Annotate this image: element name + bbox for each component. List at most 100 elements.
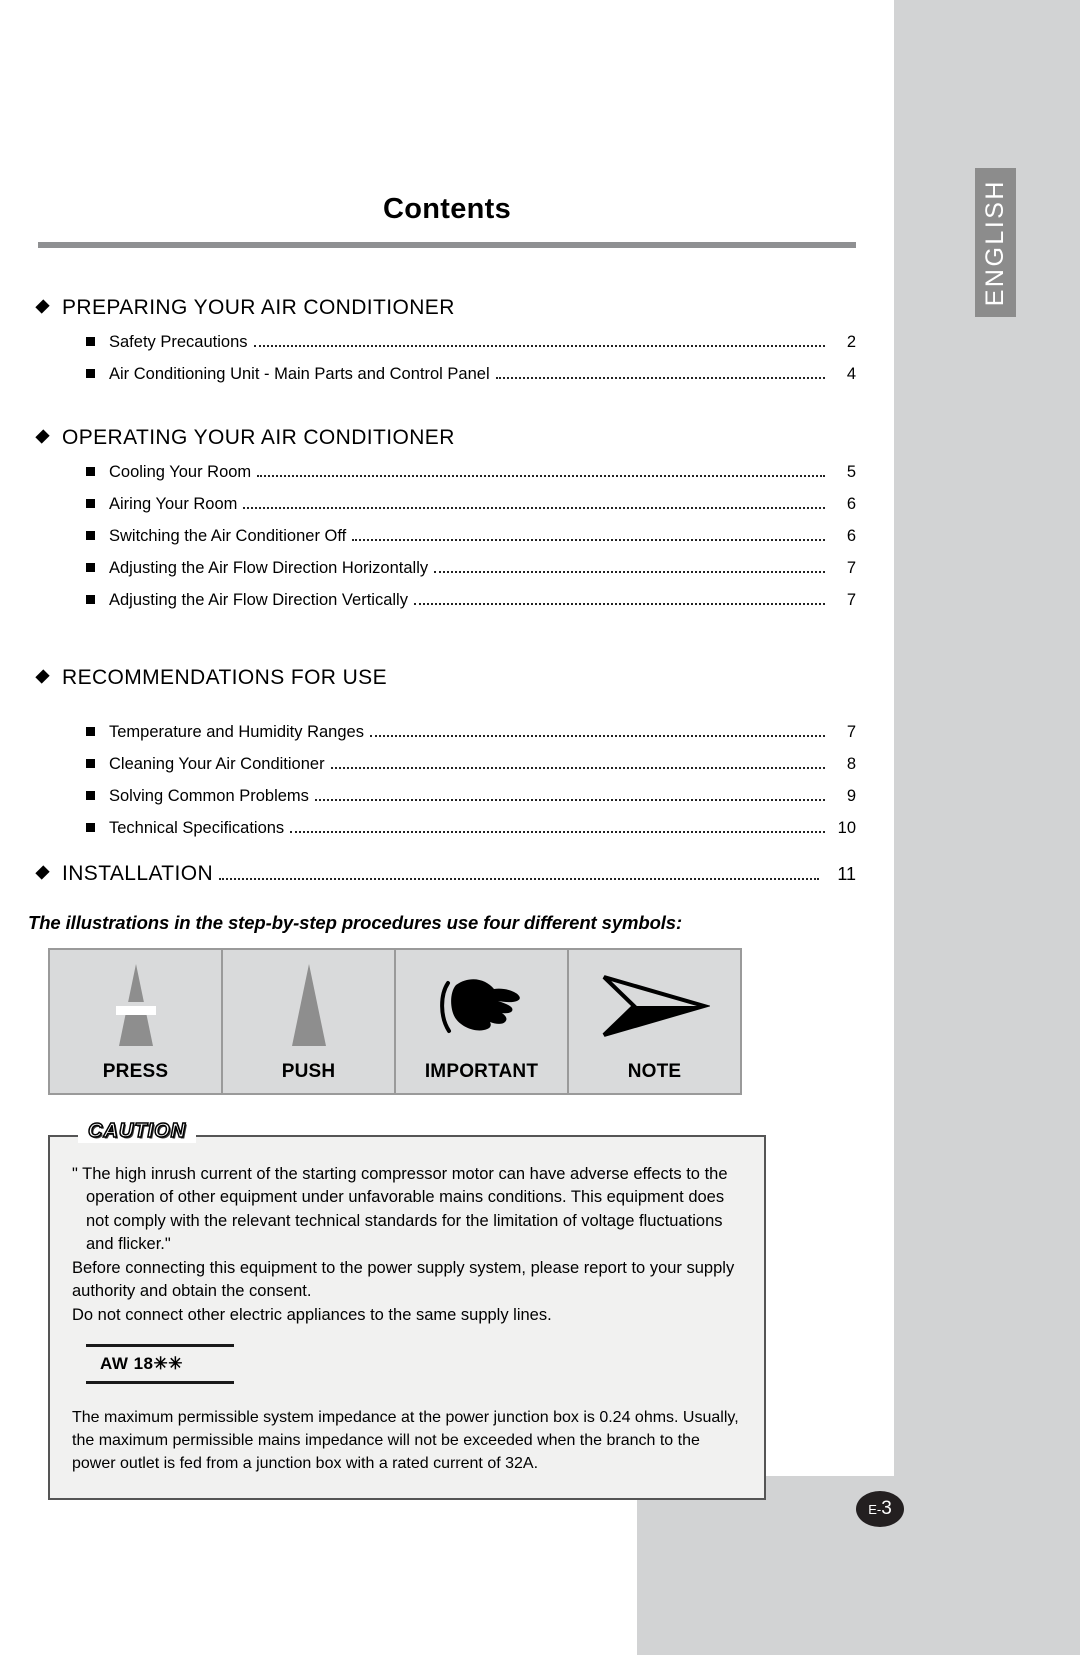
dot-leader bbox=[434, 570, 825, 573]
toc-entry-installation[interactable]: Installation 11 bbox=[35, 862, 856, 886]
toc-entry-label: Installation bbox=[62, 862, 214, 885]
model-name: AW 18✳✳ bbox=[100, 1353, 184, 1373]
toc-entry-page: 7 bbox=[846, 559, 856, 577]
page-badge-number: 3 bbox=[881, 1498, 892, 1519]
toc-entry-label: Airing Your Room bbox=[109, 495, 238, 513]
toc-entry-page: 10 bbox=[837, 819, 856, 837]
toc-entry[interactable]: Temperature and Humidity Ranges 7 bbox=[38, 723, 856, 742]
push-triangle-icon bbox=[223, 950, 394, 1061]
dot-leader bbox=[243, 506, 825, 509]
caution-tag-label: CAUTION bbox=[78, 1119, 197, 1143]
square-bullet-icon bbox=[86, 787, 109, 806]
symbol-cell-important: IMPORTANT bbox=[396, 950, 569, 1093]
toc-entry[interactable]: Adjusting the Air Flow Direction Vertica… bbox=[38, 591, 856, 610]
toc-entry-label: Solving Common Problems bbox=[109, 787, 309, 805]
symbol-cell-press: PRESS bbox=[50, 950, 223, 1093]
page-content: Contents Preparing Your Air Conditioner … bbox=[0, 0, 894, 1500]
page-title: Contents bbox=[382, 193, 512, 225]
toc-group-heading[interactable]: Preparing Your Air Conditioner bbox=[35, 296, 856, 320]
toc-group-label: Operating Your Air Conditioner bbox=[62, 426, 455, 449]
diamond-bullet-icon bbox=[35, 669, 62, 684]
toc-group-preparing: Preparing Your Air Conditioner Safety Pr… bbox=[35, 296, 856, 384]
dot-leader bbox=[290, 830, 825, 833]
symbol-cell-note: NOTE bbox=[569, 950, 740, 1093]
toc-entry-label: Temperature and Humidity Ranges bbox=[109, 723, 364, 741]
caution-paragraph: Do not connect other electric appliances… bbox=[72, 1305, 552, 1324]
symbols-caption: The illustrations in the step-by-step pr… bbox=[28, 912, 683, 933]
square-bullet-icon bbox=[86, 723, 109, 742]
toc-entry-page: 7 bbox=[846, 723, 856, 741]
dot-leader bbox=[330, 766, 825, 769]
toc-entry[interactable]: Cooling Your Room 5 bbox=[38, 463, 856, 482]
dot-leader bbox=[369, 734, 825, 737]
toc-entry-page: 9 bbox=[846, 787, 856, 805]
toc-entry[interactable]: Air Conditioning Unit - Main Parts and C… bbox=[38, 365, 856, 384]
square-bullet-icon bbox=[86, 463, 109, 482]
symbol-label: PUSH bbox=[281, 1061, 336, 1082]
model-rule-bottom bbox=[86, 1380, 234, 1384]
language-tab-english: ENGLISH bbox=[975, 168, 1016, 317]
toc-entry-label: Adjusting the Air Flow Direction Horizon… bbox=[109, 559, 429, 577]
model-block: AW 18✳✳ bbox=[86, 1343, 234, 1384]
press-triangle-icon bbox=[50, 950, 221, 1061]
toc-entry-label: Adjusting the Air Flow Direction Vertica… bbox=[109, 591, 408, 609]
toc-entry[interactable]: Adjusting the Air Flow Direction Horizon… bbox=[38, 559, 856, 578]
diamond-bullet-icon bbox=[35, 429, 62, 444]
dot-leader bbox=[219, 877, 819, 880]
arrow-head-icon bbox=[569, 950, 740, 1061]
toc-entry[interactable]: Technical Specifications 10 bbox=[38, 819, 856, 838]
symbols-table: PRESS PUSH IMPORTANT NOTE bbox=[48, 948, 742, 1095]
toc-entry[interactable]: Airing Your Room 6 bbox=[38, 495, 856, 514]
square-bullet-icon bbox=[86, 495, 109, 514]
toc-entry[interactable]: Safety Precautions 2 bbox=[38, 333, 856, 352]
dot-leader bbox=[257, 474, 825, 477]
toc-entry[interactable]: Solving Common Problems 9 bbox=[38, 787, 856, 806]
toc-entry[interactable]: Cleaning Your Air Conditioner 8 bbox=[38, 755, 856, 774]
caution-panel: CAUTION " The high inrush current of the… bbox=[48, 1119, 766, 1500]
toc-entry-label: Technical Specifications bbox=[109, 819, 285, 837]
toc-group-heading[interactable]: Recommendations For Use bbox=[35, 666, 856, 690]
toc-entry[interactable]: Switching the Air Conditioner Off 6 bbox=[38, 527, 856, 546]
diamond-bullet-icon bbox=[35, 299, 62, 314]
caution-paragraph: " The high inrush current of the startin… bbox=[72, 1165, 728, 1254]
table-of-contents: Preparing Your Air Conditioner Safety Pr… bbox=[35, 248, 856, 886]
toc-group-operating: Operating Your Air Conditioner Cooling Y… bbox=[35, 426, 856, 610]
toc-entry-page: 6 bbox=[846, 527, 856, 545]
toc-entry-page: 6 bbox=[846, 495, 856, 513]
toc-group-recommendations: Recommendations For Use Temperature and … bbox=[35, 666, 856, 838]
dot-leader bbox=[352, 538, 825, 541]
page-badge-prefix: E- bbox=[868, 1501, 882, 1517]
dot-leader bbox=[495, 376, 825, 379]
caution-body: " The high inrush current of the startin… bbox=[72, 1163, 742, 1327]
toc-entry-label: Air Conditioning Unit - Main Parts and C… bbox=[109, 365, 490, 383]
square-bullet-icon bbox=[86, 365, 109, 384]
toc-group-heading[interactable]: Operating Your Air Conditioner bbox=[35, 426, 856, 450]
pointing-hand-icon bbox=[396, 950, 567, 1061]
toc-entry-page: 4 bbox=[846, 365, 856, 383]
diamond-bullet-icon bbox=[35, 865, 62, 880]
symbol-label: PRESS bbox=[102, 1061, 169, 1082]
toc-entry-page: 2 bbox=[846, 333, 856, 351]
toc-entry-page: 8 bbox=[846, 755, 856, 773]
caution-impedance-note: The maximum permissible system impedance… bbox=[72, 1408, 739, 1473]
square-bullet-icon bbox=[86, 559, 109, 578]
dot-leader bbox=[253, 344, 825, 347]
square-bullet-icon bbox=[86, 755, 109, 774]
symbol-label: NOTE bbox=[627, 1061, 682, 1082]
dot-leader bbox=[314, 798, 825, 801]
square-bullet-icon bbox=[86, 527, 109, 546]
toc-entry-label: Switching the Air Conditioner Off bbox=[109, 527, 347, 545]
toc-entry-label: Safety Precautions bbox=[109, 333, 248, 351]
page-frame-right-column bbox=[894, 133, 1080, 1476]
caution-paragraph: Before connecting this equipment to the … bbox=[72, 1258, 735, 1301]
toc-entry-page: 5 bbox=[846, 463, 856, 481]
language-tab-label: ENGLISH bbox=[981, 178, 1009, 307]
page-number-badge: E- 3 bbox=[856, 1491, 904, 1527]
symbol-label: IMPORTANT bbox=[424, 1061, 539, 1082]
toc-entry-label: Cleaning Your Air Conditioner bbox=[109, 755, 325, 773]
dot-leader bbox=[413, 602, 825, 605]
toc-entry-label: Cooling Your Room bbox=[109, 463, 252, 481]
